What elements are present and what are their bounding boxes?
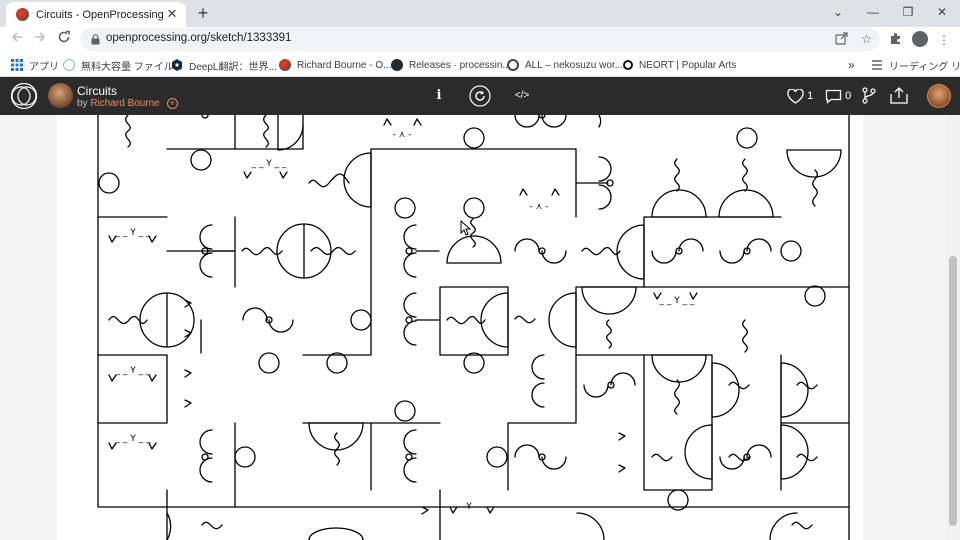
openprocessing-logo-icon[interactable]: [10, 82, 38, 110]
browser-toolbar: openprocessing.org/sketch/1333391 ☆ ⋮: [0, 27, 960, 52]
openprocessing-favicon-icon: [16, 8, 29, 21]
reading-list-label: リーディング リスト: [889, 61, 960, 73]
svg-text:_ _ Y _ _: _ _ Y _ _: [115, 228, 151, 238]
fork-button[interactable]: [862, 87, 876, 110]
like-button[interactable]: 1: [787, 87, 813, 105]
bookmark-label: DeepL翻訳：世界...: [189, 61, 277, 73]
neort-icon: [623, 60, 633, 70]
browser-menu-icon[interactable]: ⋮: [936, 32, 952, 48]
file-transfer-icon: [63, 59, 75, 71]
page-margin-right: [863, 115, 946, 540]
page-scrollbar-thumb[interactable]: [949, 256, 957, 526]
sketch-title: Circuits: [77, 84, 118, 98]
reload-icon[interactable]: [55, 30, 73, 48]
share-icon[interactable]: [834, 32, 849, 47]
tab-strip: Circuits - OpenProcessing ✕ + ⌄ — ❐ ✕: [0, 0, 960, 27]
comment-count: 0: [845, 90, 852, 102]
restart-sketch-button[interactable]: [469, 85, 491, 107]
browser-tab[interactable]: Circuits - OpenProcessing ✕: [6, 2, 186, 27]
nekosuzu-icon: [507, 59, 519, 71]
svg-text:_ _ Y _ _: _ _ Y _ _: [251, 159, 287, 169]
close-window-button[interactable]: ✕: [930, 2, 954, 22]
bookmark-richard-bourne[interactable]: Richard Bourne - O...: [279, 57, 391, 73]
info-button[interactable]: i: [431, 86, 447, 106]
address-bar[interactable]: openprocessing.org/sketch/1333391 ☆: [80, 28, 880, 51]
author-avatar[interactable]: [48, 83, 73, 108]
bookmark-neort[interactable]: NEORT | Popular Arts: [623, 57, 736, 73]
bookmark-deepl[interactable]: DeepL翻訳：世界...: [171, 57, 277, 73]
tab-title: Circuits - OpenProcessing: [36, 8, 164, 21]
heart-icon: [787, 88, 804, 104]
mouse-cursor-icon: [460, 220, 472, 236]
circuits-drawing: - ⋏ - - ⋏ - _ _ Y _ _ _ _ Y _ _ _ _ Y _ …: [97, 100, 850, 540]
profile-avatar-icon[interactable]: [912, 31, 928, 47]
code-view-button[interactable]: </>: [510, 86, 534, 106]
sketch-canvas[interactable]: - ⋏ - - ⋏ - _ _ Y _ _ _ _ Y _ _ _ _ Y _ …: [57, 100, 863, 540]
github-icon: [391, 59, 403, 71]
bookmarks-bar: アプリ 無料大容量 ファイル... DeepL翻訳：世界... Richard …: [0, 52, 960, 77]
tab-search-icon[interactable]: ⌄: [826, 2, 850, 22]
restore-window-button[interactable]: ❐: [896, 2, 920, 22]
fork-icon: [862, 87, 876, 104]
page-margin-left: [0, 115, 57, 540]
bookmarks-overflow-button[interactable]: »: [848, 57, 855, 73]
sketch-header: Circuits by Richard Bourne + i </> 1 0: [0, 77, 960, 115]
follow-author-icon[interactable]: +: [166, 98, 178, 109]
bookmark-file-transfer[interactable]: 無料大容量 ファイル...: [63, 57, 182, 73]
reading-list-icon: [871, 59, 883, 71]
url-text: openprocessing.org/sketch/1333391: [106, 32, 292, 44]
comment-icon: [825, 89, 842, 104]
share-icon: [890, 87, 908, 104]
by-prefix: by: [77, 98, 88, 109]
bookmark-label: NEORT | Popular Arts: [639, 59, 737, 71]
bookmark-nekosuzu[interactable]: ALL – nekosuzu wor...: [507, 57, 623, 73]
restart-icon: [469, 85, 491, 107]
svg-text:_ _ Y _ _: _ _ Y _ _: [115, 434, 151, 444]
bookmark-processing-releases[interactable]: Releases · processin...: [391, 57, 511, 73]
svg-text:- ⋏ -: - ⋏ -: [530, 202, 549, 212]
bookmark-label: Richard Bourne - O...: [297, 59, 392, 71]
bookmark-label: Releases · processin...: [409, 59, 511, 71]
share-button[interactable]: [890, 87, 908, 110]
openprocessing-icon: [279, 59, 291, 71]
extensions-puzzle-icon[interactable]: [887, 32, 903, 48]
new-tab-button[interactable]: +: [193, 3, 213, 23]
deepl-icon: [171, 59, 183, 71]
bookmark-label: ALL – nekosuzu wor...: [525, 59, 624, 71]
bookmark-label: 無料大容量 ファイル...: [81, 61, 183, 73]
lock-icon[interactable]: [91, 34, 100, 45]
bookmark-star-icon[interactable]: ☆: [859, 32, 874, 47]
comments-button[interactable]: 0: [825, 87, 851, 105]
apps-grid-icon: [11, 59, 23, 71]
author-link[interactable]: Richard Bourne: [90, 98, 159, 109]
back-arrow-icon[interactable]: [8, 30, 26, 48]
like-count: 1: [807, 90, 814, 102]
svg-text:Y: Y: [465, 502, 472, 512]
reading-list-button[interactable]: リーディング リスト: [871, 57, 960, 73]
minimize-window-button[interactable]: —: [861, 2, 885, 22]
forward-arrow-icon[interactable]: [31, 30, 49, 48]
svg-text:_ _ Y _ _: _ _ Y _ _: [115, 366, 151, 376]
bookmark-label: アプリ: [29, 61, 59, 73]
user-avatar[interactable]: [927, 84, 951, 108]
sketch-byline: by Richard Bourne +: [77, 98, 178, 109]
page-content: - ⋏ - - ⋏ - _ _ Y _ _ _ _ Y _ _ _ _ Y _ …: [0, 100, 960, 540]
svg-text:- ⋏ -: - ⋏ -: [393, 130, 412, 140]
close-tab-icon[interactable]: ✕: [164, 6, 180, 22]
svg-text:_ _ Y _ _: _ _ Y _ _: [659, 296, 695, 306]
bookmark-apps[interactable]: アプリ: [11, 57, 59, 73]
